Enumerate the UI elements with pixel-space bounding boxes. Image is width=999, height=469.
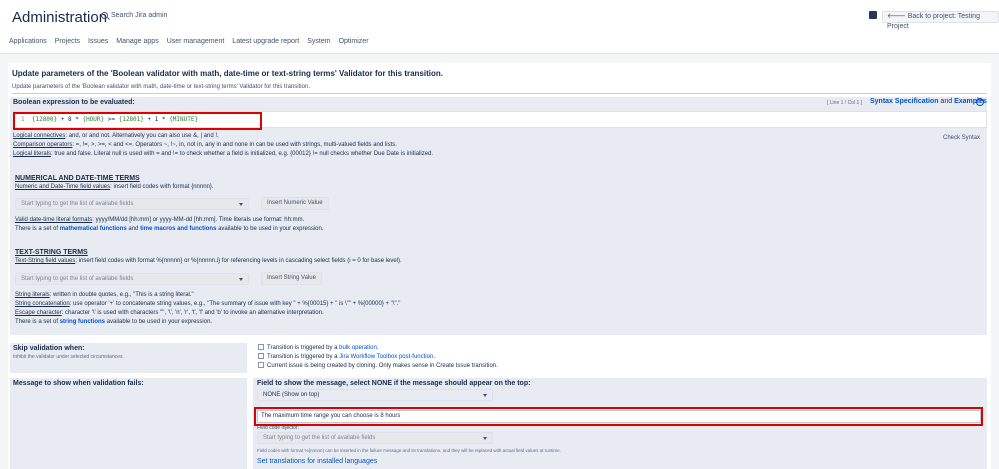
skip-clone-option[interactable]: Current issue is being created by clonin… [258,362,498,369]
nav-user-management[interactable]: User management [167,38,225,45]
jwt-postfunction-link[interactable]: Jira Workflow Toolbox post-function [339,354,433,360]
insert-numeric-button[interactable]: Insert Numeric Value [261,197,329,210]
help-comparison: Comparison operators: =, !=, >, >=, < an… [13,142,397,148]
syntax-spec-link[interactable]: Syntax Specification [870,98,938,105]
text-desc: Text-String field values: insert field c… [15,258,402,264]
time-macros-link[interactable]: time macros and functions [140,226,216,232]
feedback-icon[interactable] [869,11,877,19]
nav-optimizer[interactable]: Optimizer [339,38,369,45]
chevron-down-icon [483,394,487,397]
message-field-select[interactable]: NONE (Show on top) [257,389,493,401]
help-logical-connectives: Logical connectives: and, or and not. Al… [13,133,219,139]
divider [12,93,987,94]
nav-issues[interactable]: Issues [88,38,108,45]
check-syntax-button[interactable]: Check Syntax [943,135,980,141]
math-functions-link[interactable]: mathematical functions [60,226,127,232]
nav-manage-apps[interactable]: Manage apps [116,38,158,45]
checkbox[interactable] [258,353,264,359]
field-code-injector[interactable]: Start typing to get the list of availabe… [257,432,493,444]
chevron-down-icon [239,278,243,281]
injector-label: Field code injector: [257,425,299,431]
numeric-field-select[interactable]: Start typing to get the list of availabe… [15,198,249,210]
valid-date-formats: Valid date-time literal formats: yyyy/MM… [15,217,305,223]
skip-label: Skip validation when: [13,345,85,352]
string-concatenation: String concatenation: use operator '+' t… [15,301,401,307]
message-label: Message to show when validation fails: [13,380,144,387]
syntax-links: Syntax Specification and Examples [870,98,987,105]
text-section-title: TEXT-STRING TERMS [15,249,88,256]
string-functions-link[interactable]: string functions [60,319,105,325]
arrow-left-icon: 🡐 [887,13,908,20]
checkbox[interactable] [258,362,264,368]
chevron-down-icon [483,437,487,440]
checkbox[interactable] [258,344,264,350]
translations-link[interactable]: Set translations for installed languages [257,458,377,465]
bulk-operation-link[interactable]: bulk operation [339,345,377,351]
chevron-down-icon [239,203,243,206]
skip-desc: Inhibit the validator under selected cir… [13,354,124,360]
nav-applications[interactable]: Applications [9,38,47,45]
skip-bulk-option[interactable]: Transition is triggered by a bulk operat… [258,344,379,351]
numeric-functions-note: There is a set of mathematical functions… [15,226,324,232]
help-icon[interactable]: ? [976,98,984,106]
nav-system[interactable]: System [307,38,330,45]
cursor-position: [ Line 1 / Col 1 ] [827,100,863,106]
expression-label: Boolean expression to be evaluated: [13,99,135,106]
select-placeholder: Start typing to get the list of availabe… [21,201,134,207]
string-literals: String literals: written in double quote… [15,292,194,298]
select-placeholder: Start typing to get the list of availabe… [263,435,376,441]
skip-postfunction-option[interactable]: Transition is triggered by a Jira Workfl… [258,353,435,360]
search-placeholder: Search Jira admin [111,12,168,19]
field-label: Field to show the message, select NONE i… [257,380,531,387]
injector-note: Field codes with format %{nnnnn} can be … [257,448,561,453]
help-literals: Logical literals: true and false. Litera… [13,151,434,157]
search-icon [101,12,108,19]
numeric-section-title: NUMERICAL AND DATE-TIME TERMS [15,175,140,182]
string-field-select[interactable]: Start typing to get the list of availabe… [15,273,249,285]
insert-string-button[interactable]: Insert String Value [261,272,322,285]
numeric-desc: Numeric and Date-Time field values: inse… [15,184,214,190]
select-placeholder: Start typing to get the list of availabe… [21,276,134,282]
and-text: and [940,98,953,105]
admin-nav: Applications Projects Issues Manage apps… [9,38,369,45]
page-subtitle: Update parameters of the 'Boolean valida… [12,84,310,90]
nav-projects[interactable]: Projects [55,38,80,45]
escape-character: Escape character: character '\' is used … [15,310,324,316]
highlight-box [254,407,983,426]
nav-upgrade-report[interactable]: Latest upgrade report [232,38,299,45]
string-functions-note: There is a set of string functions avail… [15,319,213,325]
admin-search[interactable]: Search Jira admin [101,12,167,19]
highlight-box [13,112,262,130]
message-section [10,378,247,469]
select-value: NONE (Show on top) [263,392,320,398]
page-title: Update parameters of the 'Boolean valida… [12,69,443,78]
page-heading: Administration [12,9,108,26]
back-to-project-button[interactable]: 🡐 Back to project: Testing Project [882,11,999,30]
